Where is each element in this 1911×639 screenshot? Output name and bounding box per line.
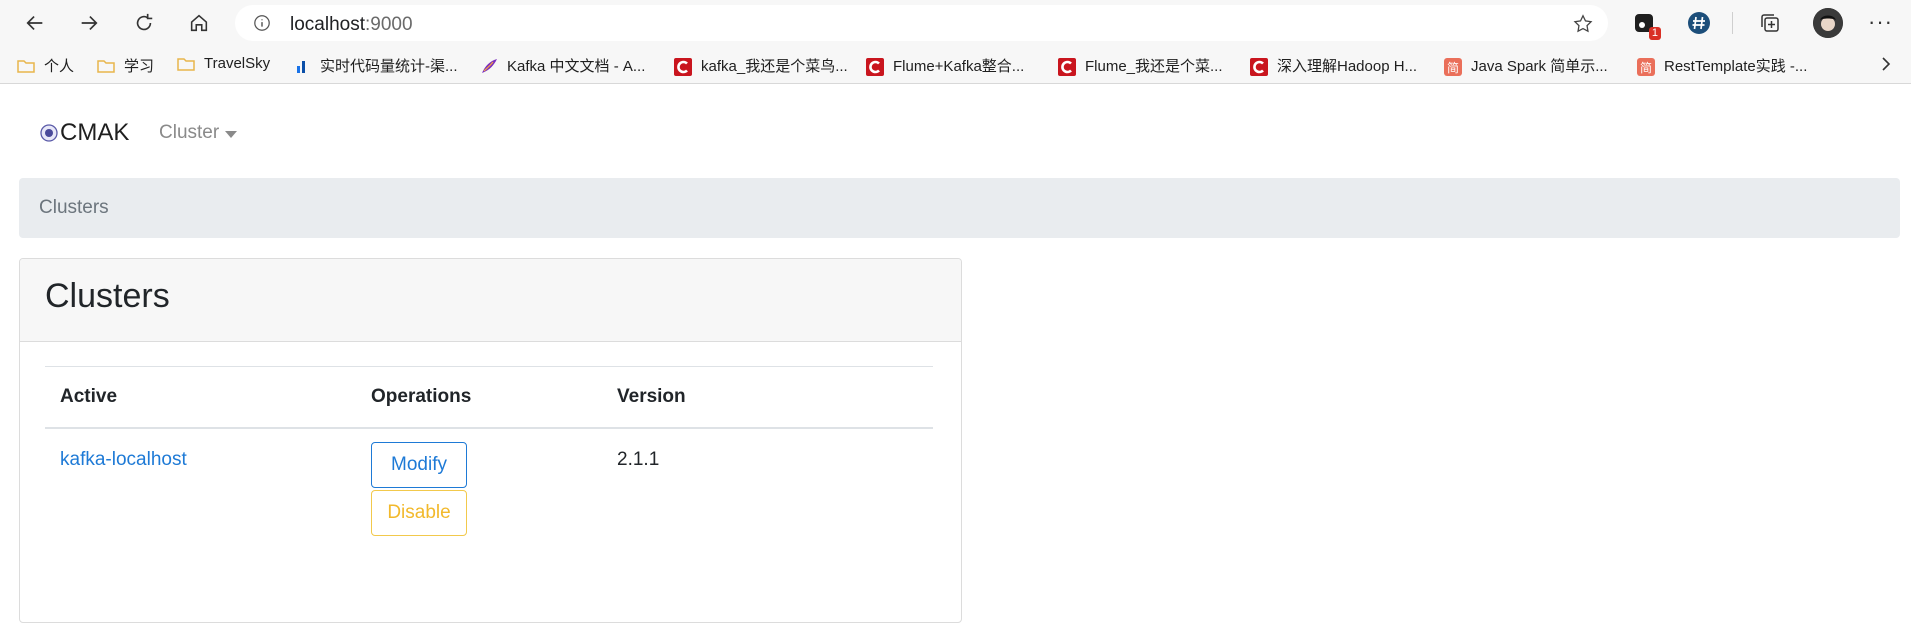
column-header-active: Active <box>45 366 356 429</box>
bookmark-label: Java Spark 简单示... <box>1471 58 1608 75</box>
extension-button[interactable]: 1 <box>1631 10 1661 40</box>
avatar-icon <box>1813 8 1843 38</box>
address-bar[interactable]: localhost:9000 <box>235 5 1608 41</box>
collections-icon <box>1761 14 1779 32</box>
hashtag-icon <box>1688 12 1710 34</box>
brand-text: CMAK <box>60 119 130 146</box>
extension-badge: 1 <box>1648 27 1661 40</box>
url-port: :9000 <box>365 14 413 35</box>
toolbar-separator <box>1732 12 1733 34</box>
bookmark-label: RestTemplate实践 -... <box>1664 58 1808 75</box>
bookmark-item[interactable]: Flume+Kafka整合... <box>866 55 1024 76</box>
bookmark-label: Flume_我还是个菜... <box>1085 58 1223 75</box>
jianshu-icon: 简 <box>1444 57 1462 76</box>
url-text[interactable]: localhost:9000 <box>290 14 413 36</box>
brand-link[interactable]: CMAK <box>40 119 129 147</box>
browser-toolbar: localhost:9000 1 ··· <box>0 0 1911 46</box>
app-navbar: CMAK Cluster <box>0 84 1911 180</box>
column-header-operations: Operations <box>356 366 602 429</box>
folder-icon <box>17 58 35 74</box>
caret-down-icon <box>225 130 238 138</box>
bookmark-item[interactable]: 学习 <box>97 55 154 76</box>
card-header: Clusters <box>20 259 961 342</box>
bookmark-label: Flume+Kafka整合... <box>893 58 1025 75</box>
bookmark-item[interactable]: TravelSky <box>177 55 270 72</box>
csdn-icon <box>1250 57 1268 76</box>
arrow-right-icon <box>81 15 98 31</box>
chevron-right-icon[interactable] <box>1877 54 1895 74</box>
csdn-icon <box>674 57 692 76</box>
folder-icon <box>97 58 115 74</box>
bookmark-label: 实时代码量统计-渠... <box>320 58 458 75</box>
bookmark-item[interactable]: 简 RestTemplate实践 -... <box>1637 55 1807 76</box>
collections-button[interactable] <box>1757 10 1783 36</box>
arrow-left-icon <box>26 15 43 31</box>
hashtag-extension-button[interactable] <box>1686 10 1712 36</box>
bookmark-label: TravelSky <box>204 55 271 72</box>
bookmark-item[interactable]: 简 Java Spark 简单示... <box>1444 55 1608 76</box>
bookmark-item[interactable]: 个人 <box>17 55 74 76</box>
forward-button[interactable] <box>71 5 107 41</box>
bookmarks-bar: 个人 学习 TravelSky 实时代码量统计-渠... Kafka 中文文档 - A.… <box>0 46 1911 84</box>
bookmark-item[interactable]: Kafka 中文文档 - A... <box>480 55 645 76</box>
folder-icon <box>177 56 195 72</box>
column-header-version: Version <box>602 366 933 429</box>
bookmark-item[interactable]: 实时代码量统计-渠... <box>293 55 458 76</box>
table-header-row: Active Operations Version <box>45 366 933 429</box>
reload-icon <box>136 13 153 31</box>
home-button[interactable] <box>181 5 217 41</box>
bookmark-item[interactable]: 深入理解Hadoop H... <box>1250 55 1417 76</box>
clusters-table: Active Operations Version kafka-localhos… <box>45 366 933 569</box>
table-row: kafka-localhost Modify Disable 2.1.1 <box>45 428 933 569</box>
disable-button[interactable]: Disable <box>371 490 467 536</box>
cluster-dropdown-label: Cluster <box>159 122 220 143</box>
cell-active: kafka-localhost <box>45 428 356 569</box>
home-icon <box>190 14 208 32</box>
bookmark-label: 学习 <box>124 58 155 75</box>
reload-button[interactable] <box>126 5 162 41</box>
bookmark-label: kafka_我还是个菜鸟... <box>701 58 848 75</box>
modify-button[interactable]: Modify <box>371 442 467 488</box>
csdn-icon <box>1058 57 1076 76</box>
bookmark-label: 个人 <box>44 58 75 75</box>
cluster-dropdown[interactable]: Cluster <box>159 122 238 144</box>
more-menu-icon[interactable]: ··· <box>1868 9 1893 35</box>
breadcrumb-item: Clusters <box>39 197 109 218</box>
bookmark-label: 深入理解Hadoop H... <box>1277 58 1418 75</box>
breadcrumb: Clusters <box>19 178 1900 238</box>
card-title: Clusters <box>45 277 170 315</box>
info-icon[interactable] <box>253 14 271 32</box>
svg-text:简: 简 <box>1447 61 1459 75</box>
feather-icon <box>480 58 498 74</box>
bookmark-item[interactable]: Flume_我还是个菜... <box>1058 55 1223 76</box>
cluster-link[interactable]: kafka-localhost <box>60 449 187 470</box>
url-host: localhost <box>290 14 365 35</box>
bookmark-label: Kafka 中文文档 - A... <box>507 58 646 75</box>
profile-avatar[interactable] <box>1813 8 1843 38</box>
back-button[interactable] <box>17 5 53 41</box>
clusters-card: Clusters Active Operations Version kafka… <box>19 258 962 623</box>
cell-version: 2.1.1 <box>617 449 660 470</box>
svg-text:简: 简 <box>1640 61 1652 75</box>
cmak-logo-icon <box>40 124 58 142</box>
favorite-star-icon[interactable] <box>1572 13 1594 35</box>
csdn-icon <box>866 57 884 76</box>
bar-chart-icon <box>293 58 311 74</box>
bookmark-item[interactable]: kafka_我还是个菜鸟... <box>674 55 848 76</box>
cell-operations: Modify Disable <box>356 428 602 569</box>
jianshu-icon: 简 <box>1637 57 1655 76</box>
